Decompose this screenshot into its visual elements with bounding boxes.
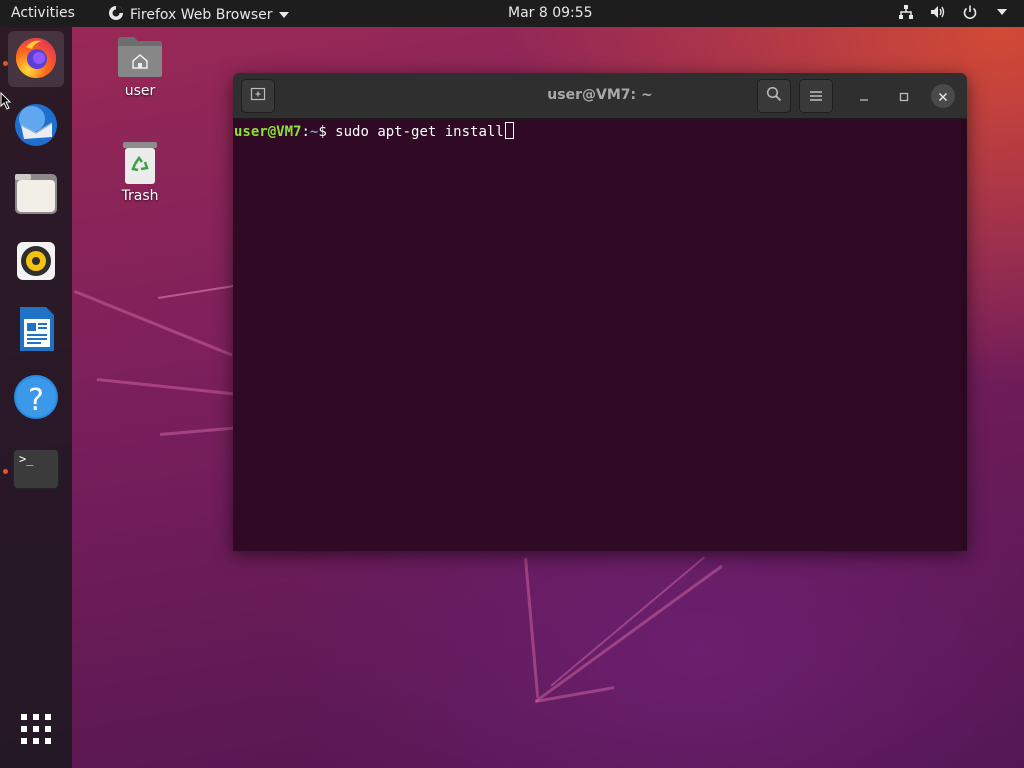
dock-rhythmbox[interactable] (8, 235, 64, 291)
dock-thunderbird[interactable] (8, 99, 64, 155)
top-bar: Activities Firefox Web Browser Mar 8 09:… (0, 0, 1024, 27)
dock-files[interactable] (8, 167, 64, 223)
thunderbird-icon (12, 101, 60, 153)
dock-firefox[interactable] (8, 31, 64, 87)
prompt-separator: : (301, 124, 310, 140)
desktop-home-folder[interactable]: user (100, 36, 180, 99)
show-applications-button[interactable] (8, 703, 64, 759)
terminal-headerbar[interactable]: user@VM7: ~ (233, 73, 967, 119)
terminal-glyph: >_ (19, 452, 34, 466)
power-icon[interactable] (962, 4, 978, 20)
terminal-icon: >_ (14, 450, 58, 488)
rhythmbox-icon (14, 239, 58, 287)
command-input[interactable]: sudo apt-get install (335, 124, 504, 140)
firefox-small-icon (108, 5, 124, 25)
terminal-output[interactable]: user@VM7:~$ sudo apt-get install (233, 119, 962, 554)
chevron-down-icon (278, 7, 289, 23)
volume-icon[interactable] (930, 4, 946, 20)
close-icon (938, 87, 948, 106)
firefox-icon (12, 33, 60, 85)
dock-terminal[interactable]: >_ (8, 441, 64, 497)
dock: ? >_ (0, 27, 72, 768)
desktop-trash-label: Trash (121, 188, 159, 204)
menu-button[interactable] (799, 79, 833, 113)
search-icon (766, 86, 782, 106)
trash-icon (120, 140, 160, 186)
search-button[interactable] (757, 79, 791, 113)
desktop-home-label: user (124, 83, 156, 99)
chevron-down-icon[interactable] (994, 4, 1010, 20)
app-menu-label: Firefox Web Browser (130, 7, 273, 23)
terminal-window[interactable]: user@VM7: ~ user@VM7:~$ sudo apt-get ins… (233, 73, 967, 551)
writer-icon (14, 305, 58, 357)
clock[interactable]: Mar 8 09:55 (508, 5, 593, 21)
minimize-icon (859, 87, 869, 106)
prompt-user: user@VM7 (234, 124, 302, 140)
close-button[interactable] (931, 84, 955, 108)
maximize-icon (899, 87, 909, 106)
files-icon (13, 170, 59, 220)
grid-icon (20, 713, 52, 749)
mouse-pointer (0, 91, 12, 114)
terminal-scrollbar[interactable] (961, 119, 967, 551)
maximize-button[interactable] (892, 84, 916, 108)
network-icon[interactable] (898, 4, 914, 20)
folder-home-icon (116, 36, 164, 78)
help-glyph: ? (28, 383, 44, 418)
activities-button[interactable]: Activities (11, 5, 75, 21)
minimize-button[interactable] (852, 84, 876, 108)
dock-help[interactable]: ? (8, 371, 64, 427)
system-tray[interactable] (898, 4, 1010, 20)
text-cursor (504, 122, 514, 139)
desktop-trash[interactable]: Trash (100, 140, 180, 204)
app-menu[interactable]: Firefox Web Browser (108, 5, 289, 25)
prompt-symbol: $ (318, 124, 336, 140)
hamburger-icon (809, 87, 823, 106)
dock-writer[interactable] (8, 303, 64, 359)
